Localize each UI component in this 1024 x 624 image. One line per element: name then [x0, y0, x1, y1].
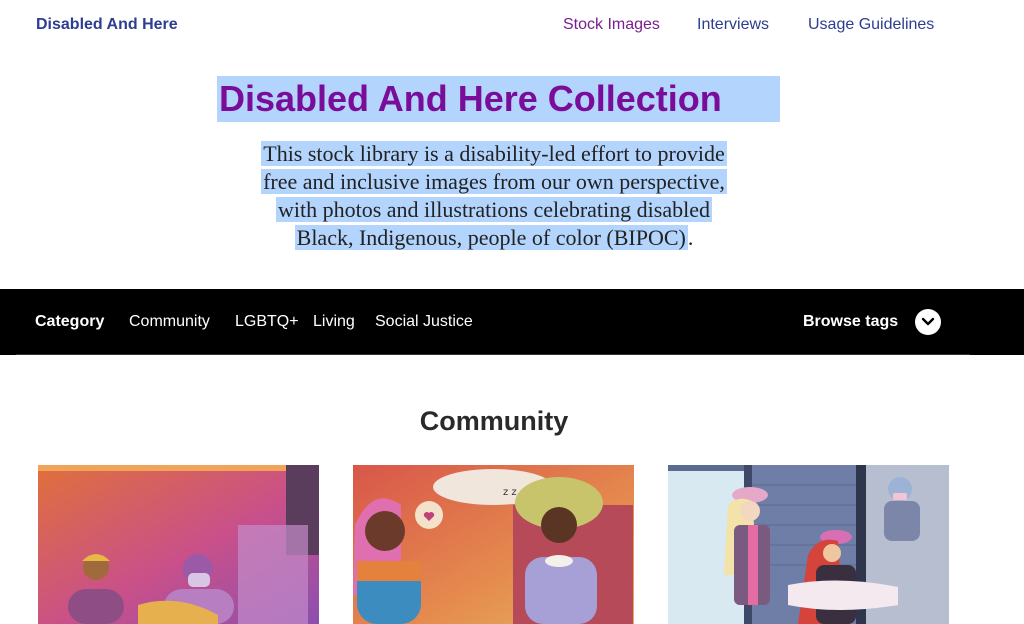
- description-line: This stock library is a disability-led e…: [261, 141, 727, 166]
- site-header: Disabled And Here Stock Images Interview…: [0, 0, 1024, 56]
- gallery-image-community-3[interactable]: [668, 465, 949, 624]
- illustration-street-window: [668, 465, 949, 624]
- description-line: free and inclusive images from our own p…: [261, 169, 727, 194]
- illustration-two-women: z z: [353, 465, 634, 624]
- category-link-community[interactable]: Community: [129, 313, 210, 331]
- category-label: Category: [35, 313, 105, 330]
- browse-tags-button[interactable]: Browse tags: [803, 313, 898, 331]
- hero-description: This stock library is a disability-led e…: [200, 140, 788, 252]
- category-bar-divider: [16, 354, 970, 355]
- section-title: Community: [419, 406, 569, 436]
- chevron-down-icon[interactable]: [915, 309, 941, 335]
- category-bar: Category Community LGBTQ+ Living Social …: [0, 289, 1024, 355]
- gallery-image-community-1[interactable]: [38, 465, 319, 624]
- hero-title-highlight: Disabled And Here Collection: [217, 76, 780, 122]
- category-link-social-justice[interactable]: Social Justice: [375, 313, 473, 331]
- description-end: .: [687, 225, 694, 250]
- nav-interviews[interactable]: Interviews: [697, 16, 769, 34]
- nav-stock-images[interactable]: Stock Images: [563, 16, 660, 34]
- illustration-hospital-scene: [38, 465, 319, 624]
- category-link-lgbtq[interactable]: LGBTQ+: [235, 313, 299, 331]
- description-line: with photos and illustrations celebratin…: [276, 197, 712, 222]
- gallery-image-community-2[interactable]: z z: [353, 465, 634, 624]
- category-link-living[interactable]: Living: [313, 313, 355, 331]
- description-line: Black, Indigenous, people of color (BIPO…: [294, 225, 688, 250]
- brand-link[interactable]: Disabled And Here: [36, 16, 178, 34]
- page-title: Disabled And Here Collection: [219, 78, 722, 119]
- nav-usage-guidelines[interactable]: Usage Guidelines: [808, 16, 934, 34]
- svg-text:z z: z z: [503, 487, 517, 498]
